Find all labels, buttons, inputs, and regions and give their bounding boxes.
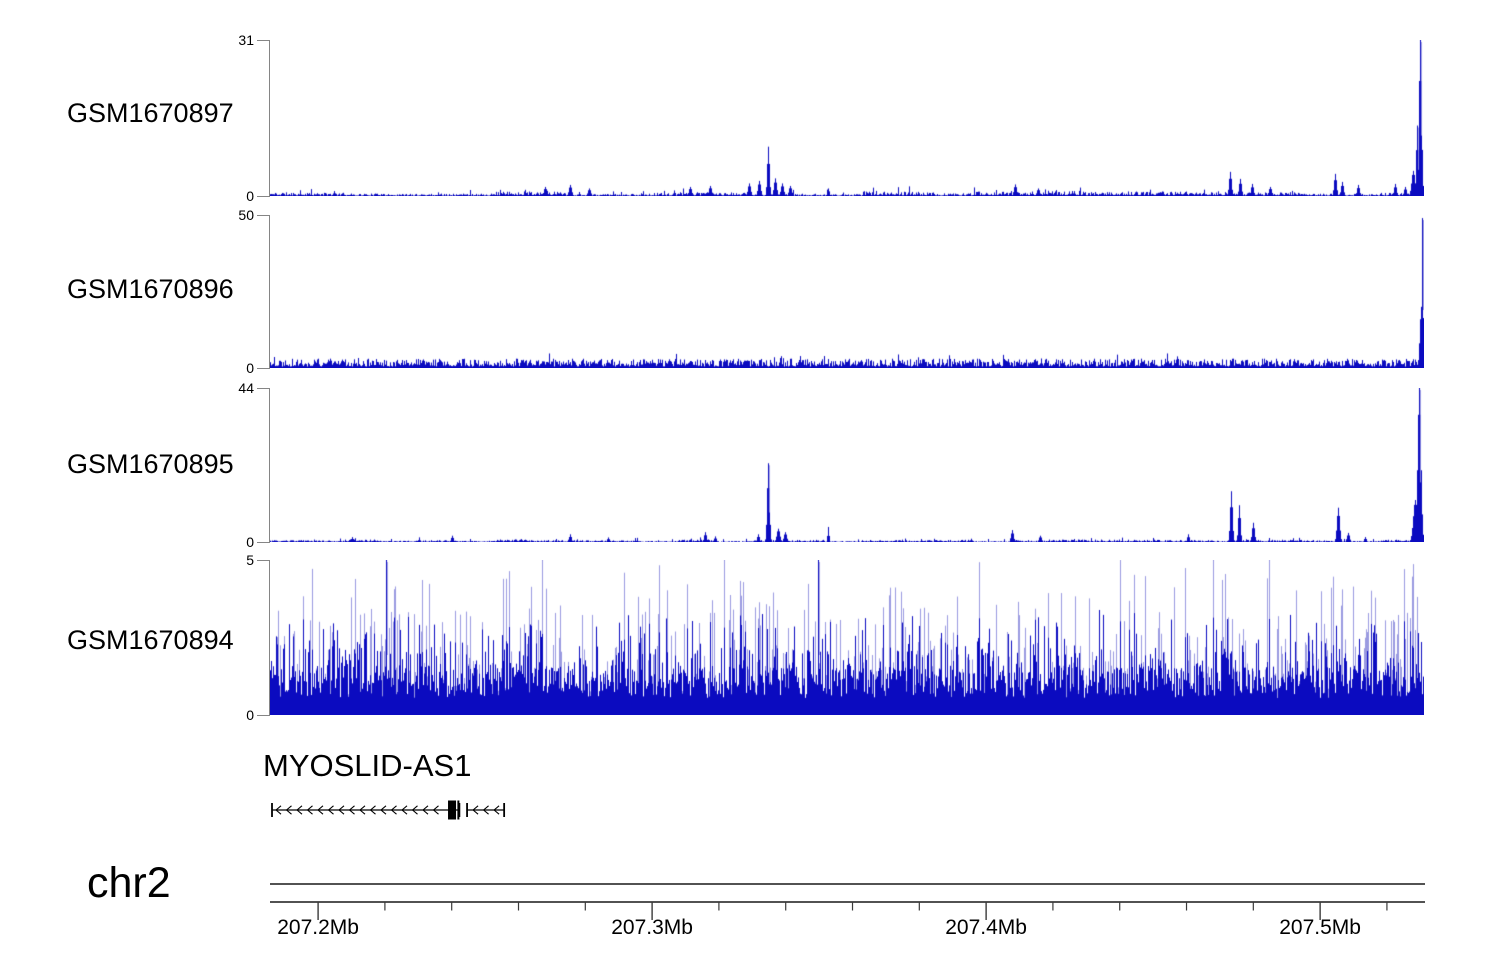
y-axis-bracket (257, 560, 270, 716)
y-axis-bracket (257, 215, 270, 369)
y-axis-max-label: 5 (246, 552, 254, 568)
signal-canvas (270, 560, 1424, 715)
y-axis-bracket (257, 388, 270, 543)
y-axis-zero-label: 0 (246, 534, 254, 550)
y-axis-max-label: 31 (238, 32, 254, 48)
y-axis-max-label: 44 (238, 380, 254, 396)
genome-browser-plot: GSM1670897 31 0 GSM1670896 50 0 GSM16708… (0, 0, 1500, 980)
signal-canvas (270, 40, 1424, 196)
axis-tick-label: 207.5Mb (1279, 916, 1361, 939)
axis-tick-label: 207.4Mb (945, 916, 1027, 939)
axis-tick-label: 207.2Mb (277, 916, 359, 939)
gene-model-svg (271, 800, 506, 820)
y-axis-bracket (257, 40, 270, 197)
signal-canvas (270, 215, 1424, 368)
signal-canvas (270, 388, 1424, 542)
y-axis-zero-label: 0 (246, 360, 254, 376)
y-axis-zero-label: 0 (246, 188, 254, 204)
y-axis-max-label: 50 (238, 207, 254, 223)
axis-tick-label: 207.3Mb (611, 916, 693, 939)
y-axis-zero-label: 0 (246, 707, 254, 723)
gene-name-label: MYOSLID-AS1 (263, 748, 472, 783)
